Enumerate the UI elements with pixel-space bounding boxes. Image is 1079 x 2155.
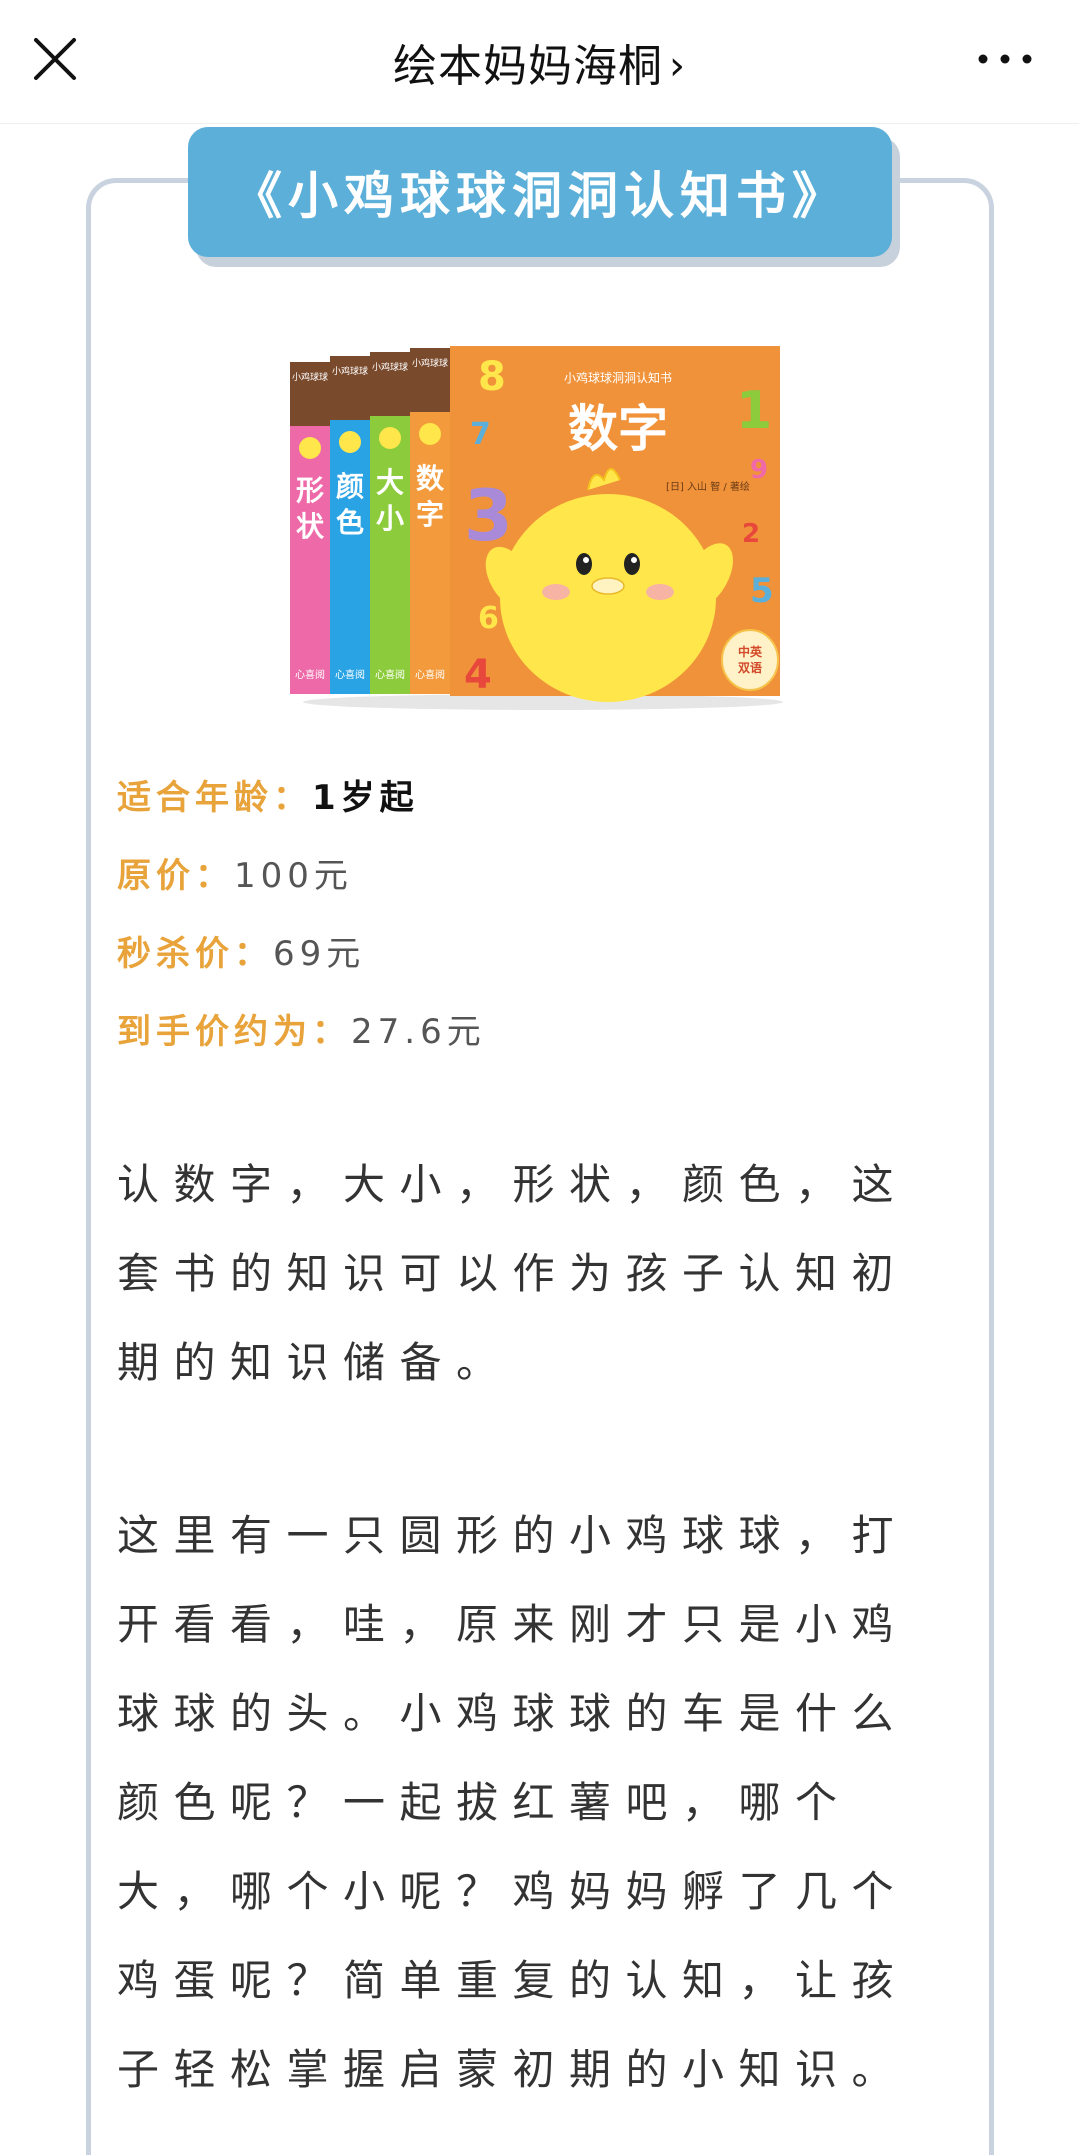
bilingual-badge-text: 双语 [738,660,762,675]
top-navbar: 绘本妈妈海桐 › [0,0,1079,124]
account-name-link[interactable]: 绘本妈妈海桐 › [0,30,1079,94]
cover-digit: 1 [736,381,772,441]
spine-publisher: 心喜阅 [375,668,405,681]
spine-title-color: 颜 [336,470,364,503]
spine-series-text: 小鸡球球 [292,371,328,383]
age-label: 适合年龄： [117,778,312,818]
body-paragraph-2: 这里有一只圆形的小鸡球球，打开看看，哇，原来刚才只是小鸡球球的头。小鸡球球的车是… [117,1511,909,2094]
sale-price-label: 秒杀价： [117,934,273,974]
final-price-row: 到手价约为：27.6元 [117,1004,486,1053]
final-price-label: 到手价约为： [117,1012,351,1052]
spine-title-shape: 状 [296,510,325,543]
original-price-row: 原价：100元 [117,848,353,897]
spine-publisher: 心喜阅 [295,668,325,681]
spine-title-shape: 形 [296,474,324,507]
cover-digit: 4 [464,652,492,698]
cover-series-text: 小鸡球球洞洞认知书 [564,370,672,385]
cover-digit: 9 [750,455,768,485]
spine-publisher: 心喜阅 [415,668,445,681]
spine-title-number: 数 [416,462,445,495]
book-title-banner: 《小鸡球球洞洞认知书》 [188,127,892,257]
spine-title-number: 字 [416,498,444,531]
cover-digit: 2 [742,519,760,549]
spine-series-text: 小鸡球球 [332,365,368,377]
sale-price-value: 69元 [273,934,366,974]
body-paragraph-1: 认数字，大小，形状，颜色，这套书的知识可以作为孩子认知初期的知识储备。 [117,1160,909,1387]
cover-digit: 7 [470,417,491,452]
age-value: 1岁起 [312,778,419,818]
cover-digit: 3 [464,475,513,557]
spine-publisher: 心喜阅 [335,668,365,681]
more-icon[interactable] [975,44,1035,74]
account-name[interactable]: 绘本妈妈海桐 [393,41,663,92]
cover-author: [日] 入山 智 / 著绘 [666,480,750,493]
spine-series-text: 小鸡球球 [412,357,448,369]
book-title: 《小鸡球球洞洞认知书》 [232,167,848,225]
original-price-value: 100元 [234,856,353,896]
cover-title: 数字 [568,400,668,458]
original-price-label: 原价： [117,856,234,896]
spine-title-size: 大 [376,466,404,499]
cover-digit: 6 [478,601,499,636]
spine-title-size: 小 [376,502,404,535]
bilingual-badge-text: 中英 [738,644,763,659]
spine-title-color: 色 [336,506,364,539]
final-price-value: 27.6元 [351,1012,486,1052]
cover-digit: 8 [478,354,506,400]
chevron-right-icon: › [669,43,686,89]
book-set-image[interactable]: 小鸡球球 小鸡球球 小鸡球球 小鸡球球 形 状 颜 色 大 小 数 字 心喜阅 … [288,340,788,712]
cover-digit: 5 [750,571,774,611]
age-row: 适合年龄：1岁起 [117,770,419,819]
spine-series-text: 小鸡球球 [372,361,408,373]
sale-price-row: 秒杀价：69元 [117,926,365,975]
